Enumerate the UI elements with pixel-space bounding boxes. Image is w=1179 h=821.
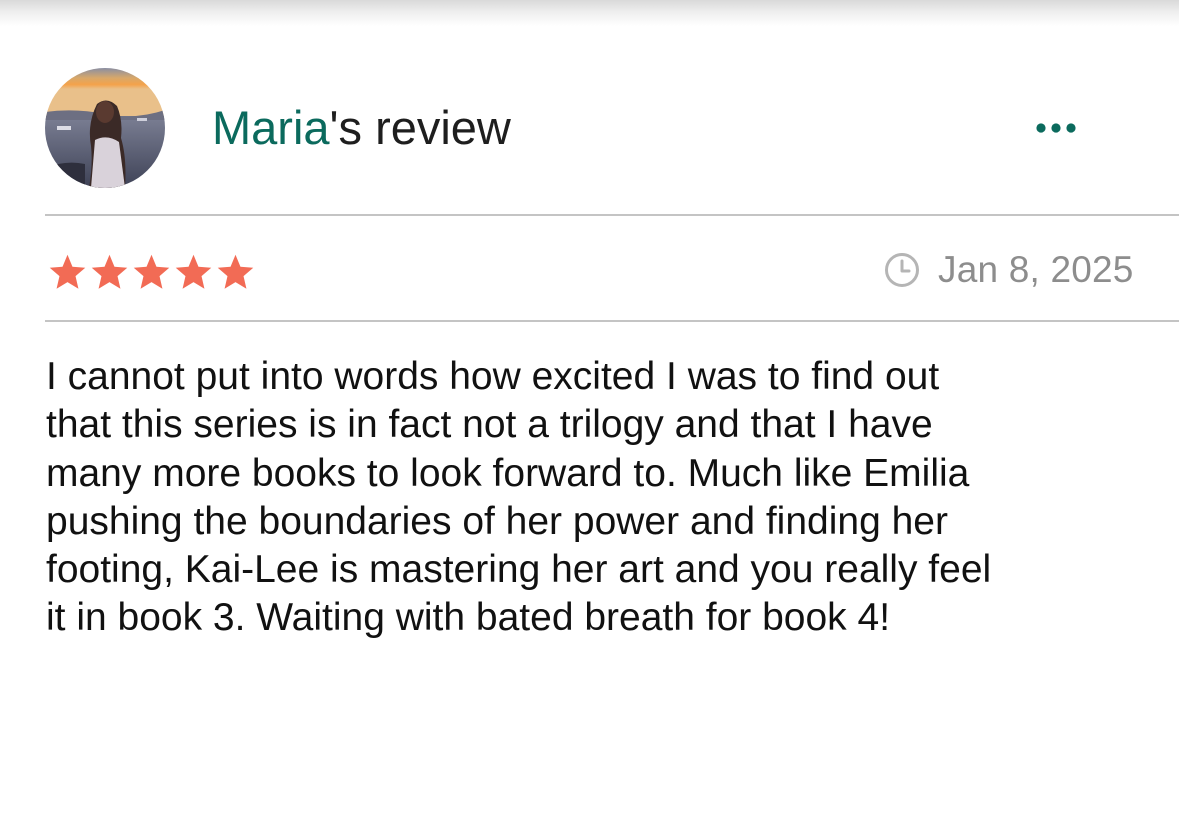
star-icon [133,254,170,289]
star-icon [49,254,86,289]
meta-divider [45,320,1179,322]
review-text-line: many more books to look forward to. Much… [46,451,970,495]
review-title-suffix: 's review [329,101,511,154]
review-meta: Jan 8, 2025 [0,216,1179,320]
review-text-line: that this series is in fact not a trilog… [46,403,933,447]
review-date: Jan 8, 2025 [884,246,1134,294]
star-icon [217,254,254,289]
avatar[interactable] [45,68,165,188]
review-page: Maria's review Jan 8, 2025 I cannot put … [0,0,1179,821]
review-header: Maria's review [0,0,1179,216]
author-name[interactable]: Maria [212,101,330,154]
clock-icon [885,253,919,287]
more-horizontal-icon [1036,123,1076,133]
star-rating [47,252,256,293]
review-body: I cannot put into words how excited I wa… [46,353,1156,643]
review-text-line: footing, Kai-Lee is mastering her art an… [46,548,992,592]
review-text-line: it in book 3. Waiting with bated breath … [46,596,891,640]
review-date-text: Jan 8, 2025 [938,249,1134,290]
review-text-line: pushing the boundaries of her power and … [46,499,948,543]
review-text-line: I cannot put into words how excited I wa… [46,355,940,398]
avatar-photo [45,68,165,188]
more-options-button[interactable] [1024,110,1088,146]
star-icon [91,254,128,289]
star-icon [175,254,212,289]
review-title: Maria's review [212,100,511,156]
